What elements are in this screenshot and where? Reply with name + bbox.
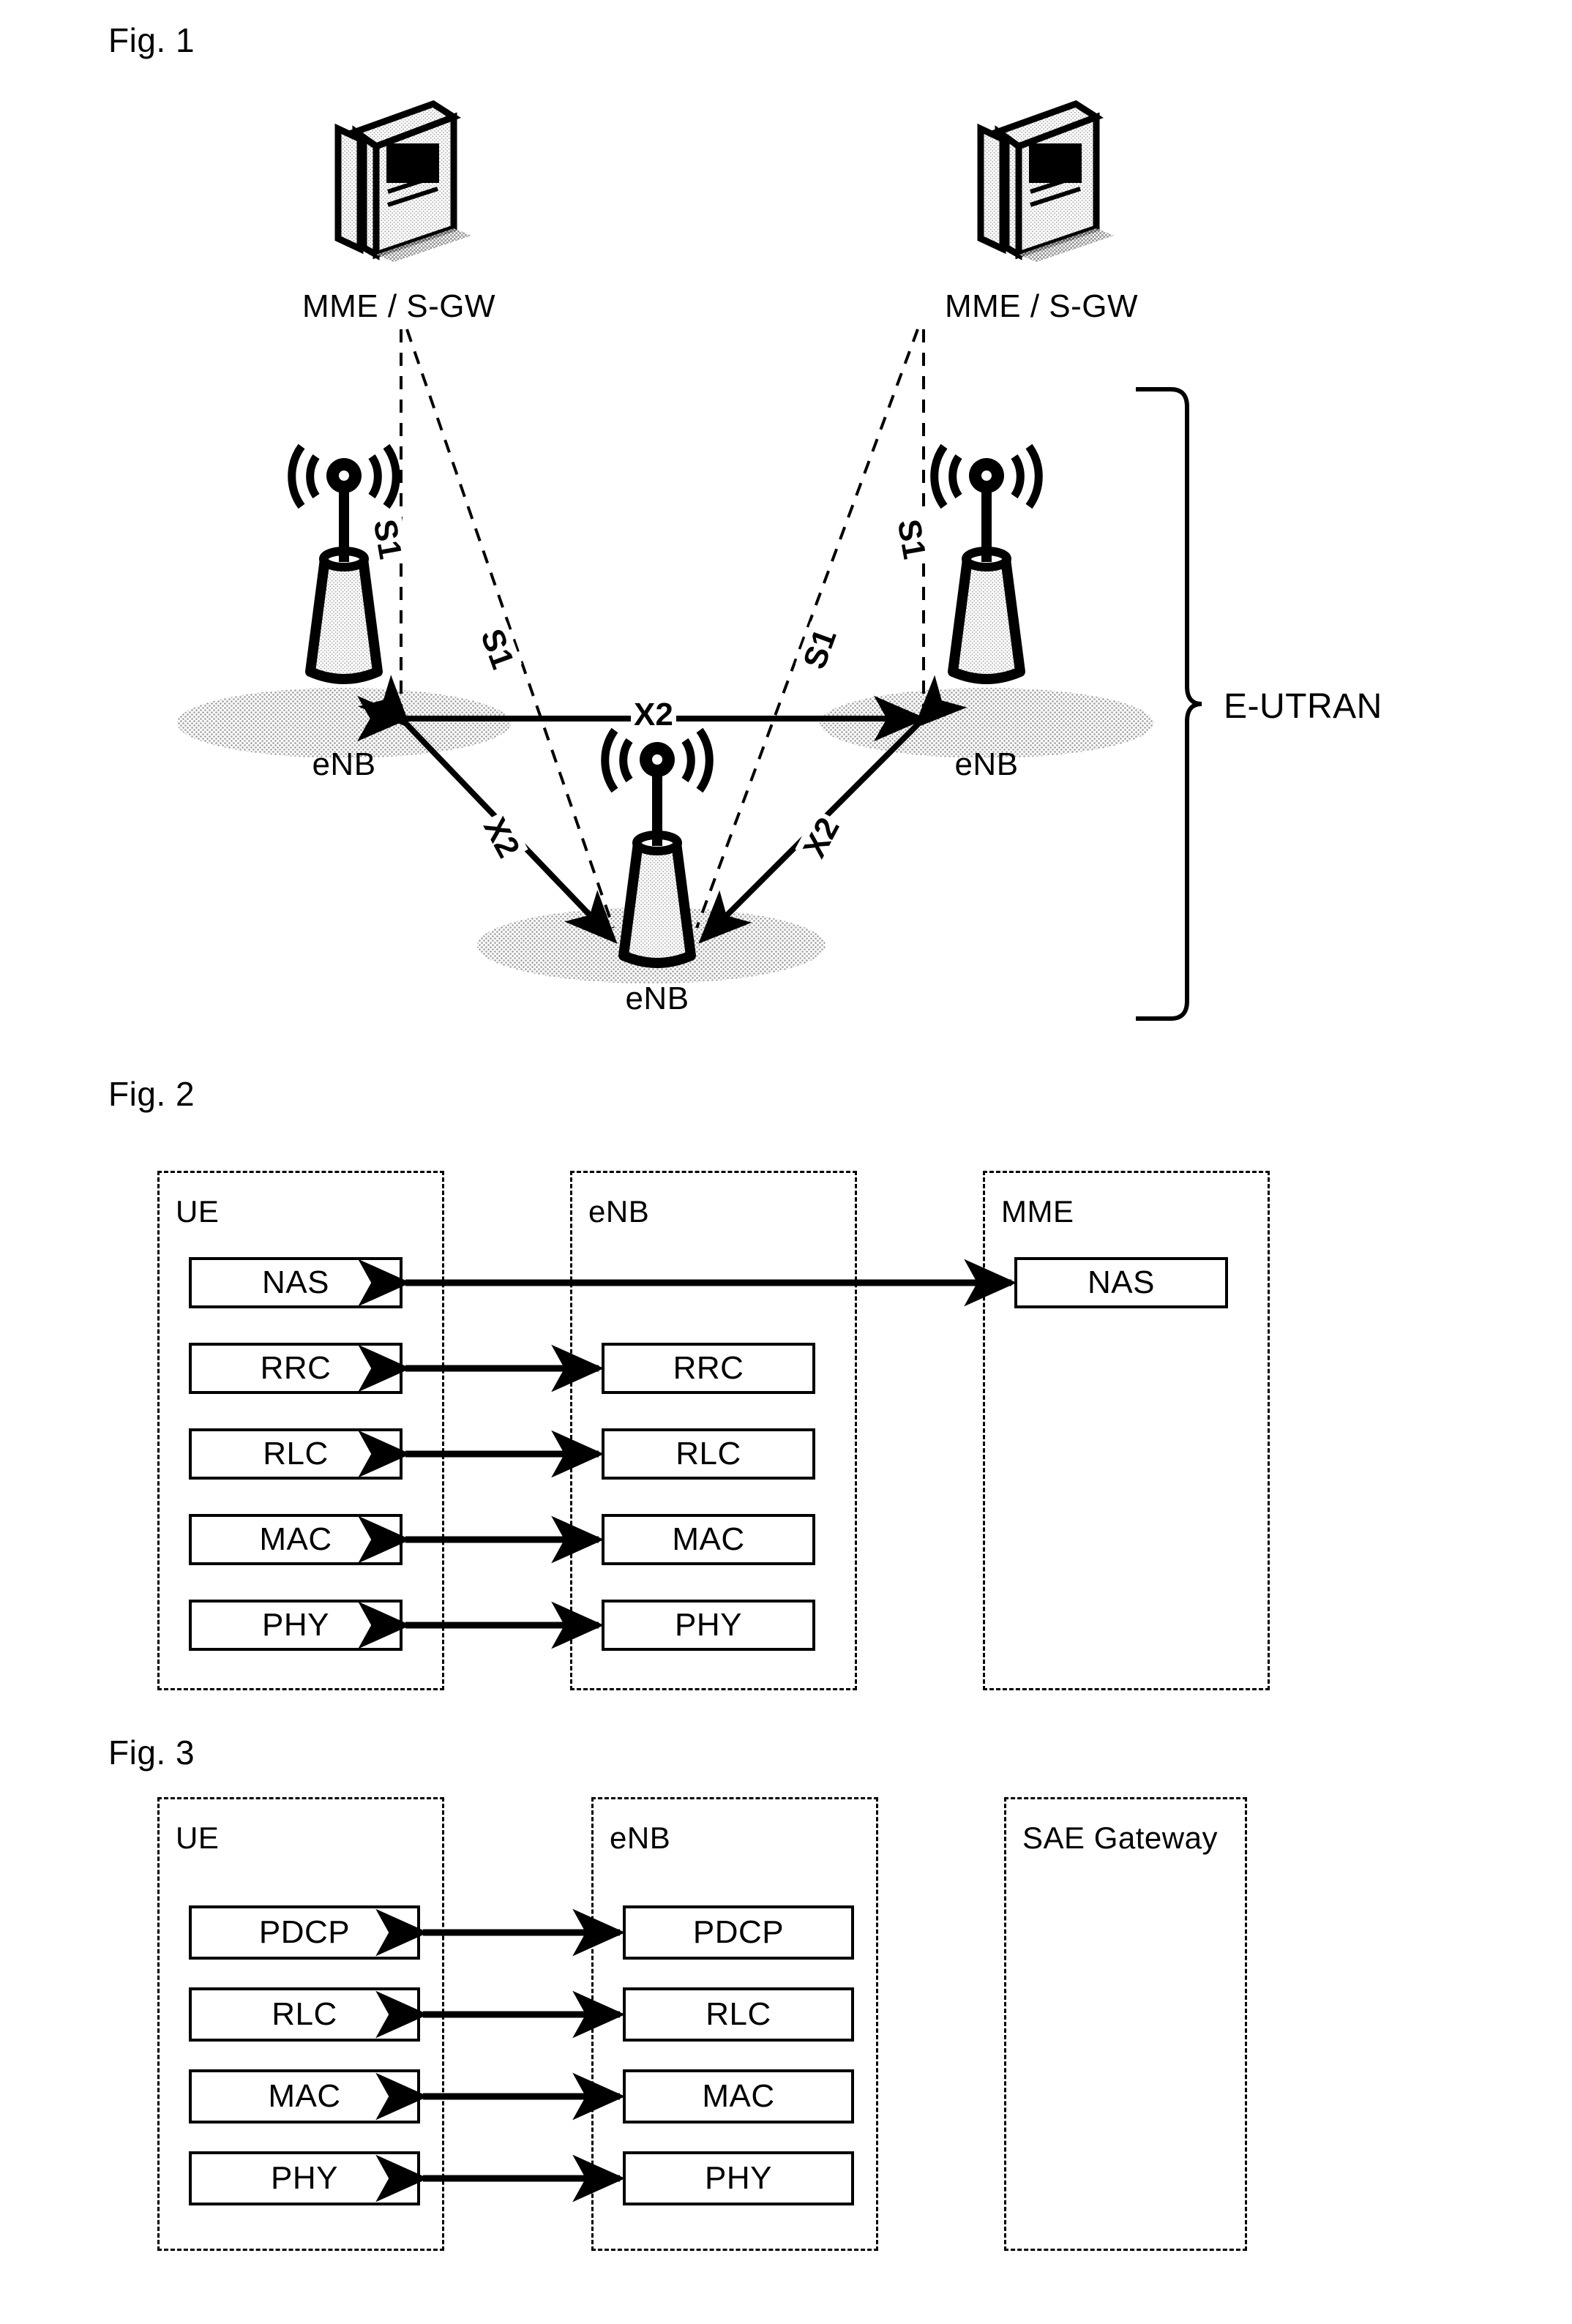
entity-title-ue-fig3: UE xyxy=(176,1821,220,1855)
layer-box-enb-rlc-fig3: RLC xyxy=(623,1987,854,2042)
entity-title-sae-gateway: SAE Gateway xyxy=(1022,1821,1218,1855)
layer-box-enb-phy-fig3: PHY xyxy=(623,2151,854,2205)
layer-box-enb-pdcp-fig3: PDCP xyxy=(623,1905,854,1960)
layer-box-ue-mac-fig3: MAC xyxy=(189,2069,420,2124)
entity-title-enb-fig3: eNB xyxy=(610,1821,671,1855)
entity-box-sae-gateway xyxy=(1004,1797,1247,2251)
layer-box-ue-rlc-fig3: RLC xyxy=(189,1987,420,2042)
patent-figure-sheet: Fig. 1 MME / S-GW MME / S-GW eNB eNB eNB… xyxy=(0,0,1572,2324)
layer-box-ue-phy-fig3: PHY xyxy=(189,2151,420,2205)
figure-3: UE eNB SAE Gateway PDCP RLC MAC PHY PDCP… xyxy=(0,0,1572,2324)
layer-box-enb-mac-fig3: MAC xyxy=(623,2069,854,2124)
layer-box-ue-pdcp-fig3: PDCP xyxy=(189,1905,420,1960)
